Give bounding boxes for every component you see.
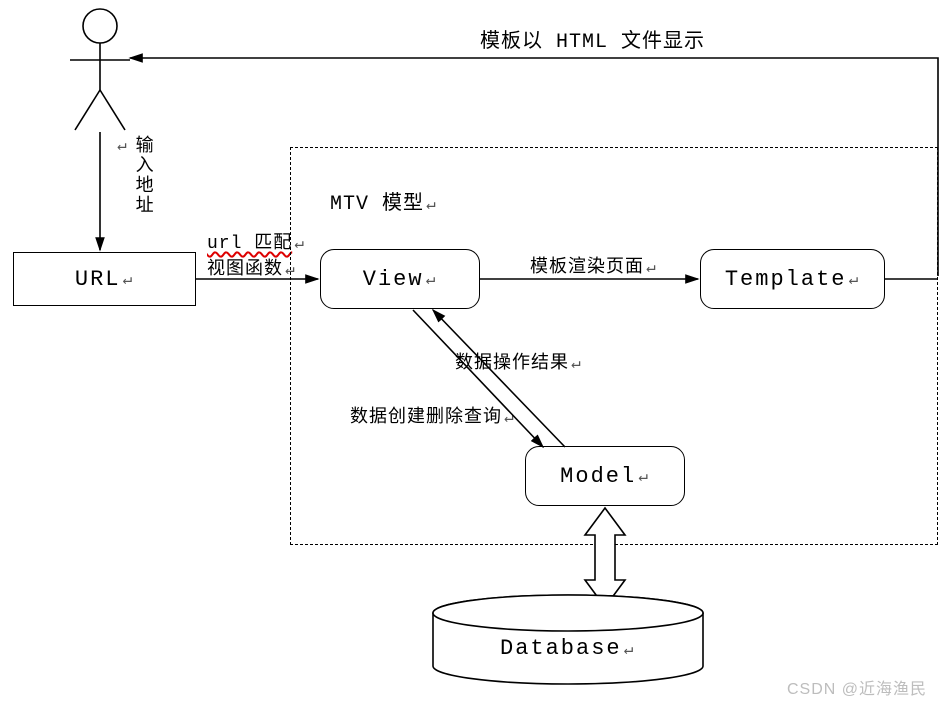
label-data-crud: 数据创建删除查询↵ [350,402,515,428]
node-template: Template↵ [700,249,885,309]
label-database: Database↵ [500,636,635,661]
mtv-title: MTV 模型↵ [330,186,437,216]
watermark: CSDN @近海渔民 [787,675,927,699]
label-input-address: 输入地址↵ [115,135,155,215]
node-url: URL↵ [13,252,196,306]
node-view: View↵ [320,249,480,309]
label-render-page: 模板渲染页面↵ [530,252,657,278]
label-template-html: 模板以 HTML 文件显示 [480,24,705,54]
label-view-func: 视图函数↵ [207,254,296,280]
label-data-result: 数据操作结果↵ [455,348,582,374]
diagram-canvas: { "top_label": "模板以 HTML 文件显示", "actor_l… [0,0,952,707]
node-model: Model↵ [525,446,685,506]
